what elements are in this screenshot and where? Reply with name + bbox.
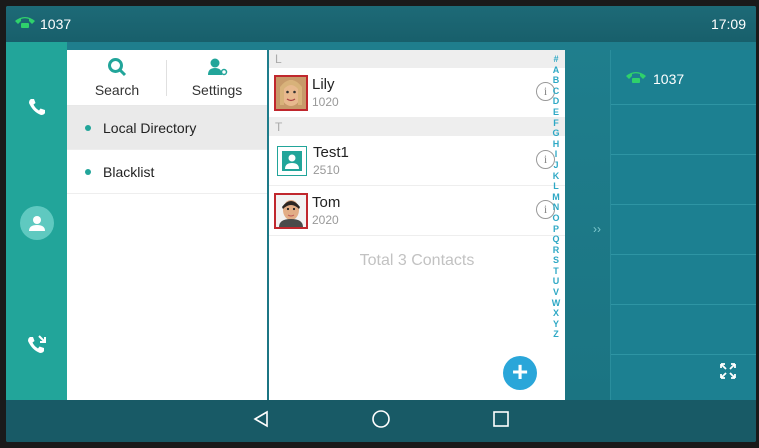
bullet-icon — [85, 168, 91, 175]
divider — [611, 304, 756, 305]
contact-photo — [274, 192, 308, 229]
contact-number: 2020 — [312, 213, 339, 227]
back-button[interactable] — [201, 410, 321, 433]
settings-button[interactable]: Settings — [167, 50, 267, 105]
alphabet-letter[interactable]: D — [553, 96, 560, 107]
line-key-label: 1037 — [653, 70, 685, 87]
default-contact-icon — [277, 145, 307, 176]
line-key[interactable]: 1037 — [625, 70, 684, 87]
settings-label: Settings — [191, 82, 243, 98]
directory-tab[interactable] — [6, 206, 67, 240]
plus-icon: + — [511, 356, 529, 387]
contact-row[interactable]: Lily 1020 i — [269, 68, 565, 118]
divider — [611, 204, 756, 205]
home-button[interactable] — [321, 409, 441, 434]
call-history-icon — [27, 334, 47, 359]
alphabet-letter[interactable]: P — [553, 224, 559, 235]
alphabet-letter[interactable]: H — [553, 139, 560, 150]
bullet-icon — [85, 124, 91, 131]
contact-number: 1020 — [312, 95, 339, 109]
contact-name: Lily — [312, 76, 335, 93]
search-label: Search — [94, 82, 140, 98]
contact-name: Test1 — [313, 144, 349, 161]
alphabet-letter[interactable]: X — [553, 308, 559, 319]
search-icon — [107, 57, 127, 80]
line-status-icon — [14, 15, 36, 32]
alphabet-index[interactable]: # A B C D E F G H I J K L M N O P Q R S T U V W X Y Z — [547, 50, 565, 400]
alphabet-letter[interactable]: S — [553, 255, 559, 266]
line-label: 1037 — [40, 15, 72, 32]
divider — [611, 104, 756, 105]
alphabet-letter[interactable]: C — [553, 86, 560, 97]
line-panel: 1037 — [610, 50, 756, 400]
dialer-tab[interactable] — [6, 98, 67, 121]
divider — [611, 154, 756, 155]
phone-icon — [28, 98, 46, 121]
alphabet-letter[interactable]: Z — [553, 329, 559, 340]
contact-number: 2510 — [313, 163, 340, 177]
line-status-icon — [625, 70, 647, 87]
sidebar-item-blacklist[interactable]: Blacklist — [67, 150, 267, 194]
total-contacts-label: Total 3 Contacts — [359, 252, 475, 269]
alphabet-letter[interactable]: G — [552, 128, 559, 139]
alphabet-letter[interactable]: E — [553, 107, 559, 118]
status-bar: 1037 17:09 — [6, 6, 756, 42]
alphabet-letter[interactable]: J — [553, 160, 558, 171]
alphabet-letter[interactable]: V — [553, 287, 559, 298]
back-triangle-icon — [252, 410, 270, 433]
divider — [611, 254, 756, 255]
contact-row[interactable]: Test1 2510 i — [269, 136, 565, 186]
contact-row[interactable]: Tom 2020 i — [269, 186, 565, 236]
fullscreen-button[interactable] — [720, 363, 736, 384]
alphabet-letter[interactable]: Y — [553, 319, 559, 330]
alphabet-letter[interactable]: T — [553, 266, 559, 277]
contact-photo — [274, 74, 308, 111]
home-circle-icon — [371, 409, 391, 434]
clock: 17:09 — [710, 16, 746, 32]
directory-sidebar: Search Settings Local Directory Blacklis… — [67, 50, 267, 400]
call-history-tab[interactable] — [6, 334, 67, 359]
fullscreen-icon — [720, 363, 736, 383]
alphabet-letter[interactable]: F — [553, 118, 559, 129]
contact-settings-icon — [206, 57, 228, 80]
alphabet-letter[interactable]: R — [553, 245, 560, 256]
nav-rail — [6, 42, 67, 400]
sidebar-item-local-directory[interactable]: Local Directory — [67, 106, 267, 150]
alphabet-letter[interactable]: U — [553, 276, 560, 287]
alphabet-letter[interactable]: W — [552, 298, 561, 309]
recents-button[interactable] — [441, 410, 561, 433]
alphabet-letter[interactable]: M — [552, 192, 560, 203]
alphabet-letter[interactable]: Q — [552, 234, 559, 245]
section-header: L — [269, 50, 565, 68]
phone-screen: 1037 17:09 Search Settings Local Directo… — [6, 6, 756, 442]
alphabet-letter[interactable]: N — [553, 202, 560, 213]
add-contact-button[interactable]: + — [503, 356, 537, 390]
bottom-nav-bar — [6, 400, 756, 442]
expand-chevron-icon[interactable]: ›› — [593, 222, 601, 236]
alphabet-letter[interactable]: A — [553, 65, 560, 76]
section-header: T — [269, 118, 565, 136]
alphabet-letter[interactable]: # — [553, 54, 558, 65]
alphabet-letter[interactable]: K — [553, 171, 560, 182]
search-button[interactable]: Search — [67, 50, 167, 105]
recents-square-icon — [492, 410, 510, 433]
contact-list: L Lily 1020 i T Test1 2510 i Tom 2020 i … — [269, 50, 565, 400]
contact-name: Tom — [312, 194, 341, 211]
alphabet-letter[interactable]: I — [555, 149, 558, 160]
alphabet-letter[interactable]: B — [553, 75, 560, 86]
alphabet-letter[interactable]: O — [552, 213, 559, 224]
alphabet-letter[interactable]: L — [553, 181, 559, 192]
sidebar-item-label: Local Directory — [103, 119, 197, 136]
contacts-icon — [19, 206, 54, 240]
sidebar-item-label: Blacklist — [103, 163, 155, 180]
divider — [611, 354, 756, 355]
